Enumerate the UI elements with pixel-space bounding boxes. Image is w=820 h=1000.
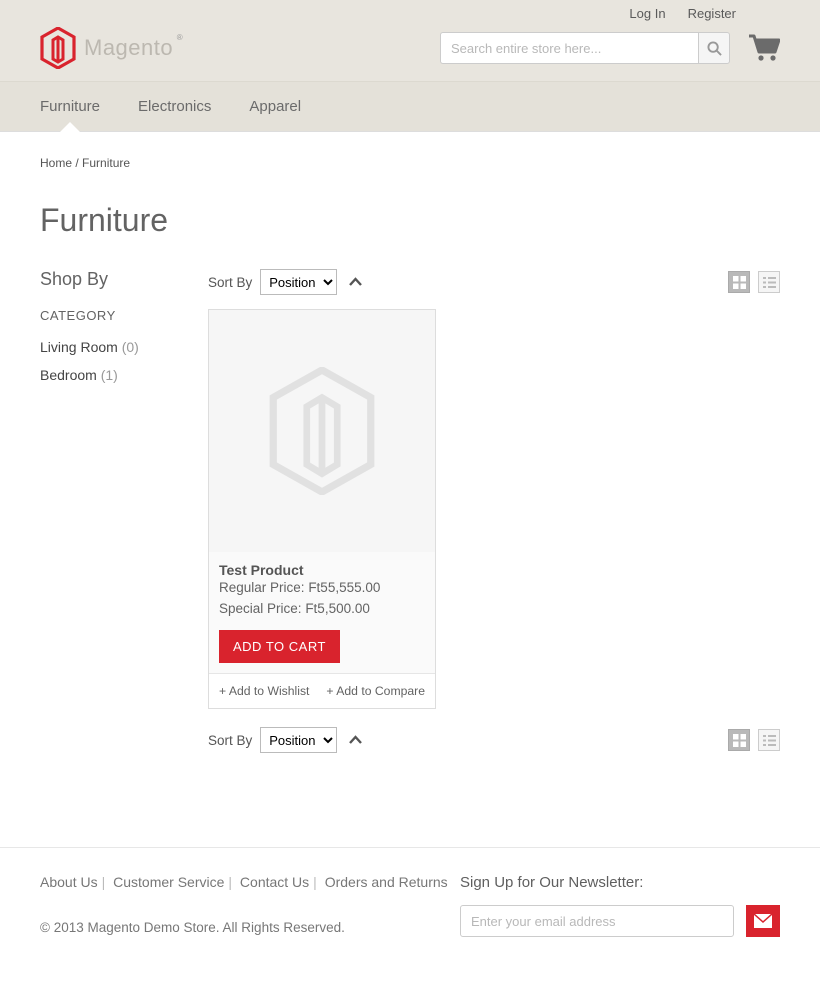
view-grid-button-bottom[interactable]: [728, 729, 750, 751]
breadcrumb-current: Furniture: [82, 156, 130, 170]
newsletter: Sign Up for Our Newsletter:: [460, 874, 780, 937]
category-label: Living Room: [40, 339, 118, 355]
category-label: Bedroom: [40, 367, 97, 383]
special-price: Special Price: Ft5,500.00: [219, 601, 425, 616]
page-title: Furniture: [40, 202, 780, 239]
toolbar-bottom: Sort By Position: [208, 727, 780, 753]
product-card: Test Product Regular Price: Ft55,555.00 …: [208, 309, 436, 709]
header: Log In Register Magento®: [0, 0, 820, 132]
nav-item-electronics[interactable]: Electronics: [138, 82, 211, 131]
search-form: [440, 32, 730, 64]
view-list-button-bottom[interactable]: [758, 729, 780, 751]
nav-item-apparel[interactable]: Apparel: [249, 82, 301, 131]
newsletter-title: Sign Up for Our Newsletter:: [460, 874, 780, 891]
sort-direction-toggle-bottom[interactable]: [345, 732, 362, 748]
login-link[interactable]: Log In: [629, 6, 665, 21]
toolbar-top: Sort By Position: [208, 269, 780, 295]
list-icon: [763, 276, 776, 289]
category-header: CATEGORY: [40, 308, 176, 323]
add-to-cart-button[interactable]: ADD TO CART: [219, 630, 340, 663]
footer: About Us| Customer Service| Contact Us| …: [0, 847, 820, 997]
envelope-icon: [754, 914, 772, 928]
regular-price: Regular Price: Ft55,555.00: [219, 580, 425, 595]
search-button[interactable]: [698, 32, 730, 64]
add-to-compare-link[interactable]: + Add to Compare: [326, 684, 425, 698]
list-icon: [763, 734, 776, 747]
footer-contact-link[interactable]: Contact Us: [240, 874, 309, 890]
sort-direction-toggle[interactable]: [345, 274, 362, 290]
product-image-link[interactable]: [209, 310, 435, 552]
sort-by-label: Sort By: [208, 733, 252, 748]
breadcrumb-sep: /: [72, 156, 82, 170]
view-list-button[interactable]: [758, 271, 780, 293]
logo-text: Magento®: [84, 35, 173, 61]
view-grid-button[interactable]: [728, 271, 750, 293]
category-living-room[interactable]: Living Room (0): [40, 339, 176, 355]
catalog: Sort By Position: [208, 269, 780, 767]
footer-orders-link[interactable]: Orders and Returns: [325, 874, 448, 890]
footer-customer-service-link[interactable]: Customer Service: [113, 874, 224, 890]
sort-select-bottom[interactable]: Position: [260, 727, 337, 753]
breadcrumb-home[interactable]: Home: [40, 156, 72, 170]
category-count: (0): [122, 339, 139, 355]
sort-select[interactable]: Position: [260, 269, 337, 295]
chevron-up-icon: [349, 277, 362, 287]
main-content: Home / Furniture Furniture Shop By CATEG…: [25, 132, 795, 807]
grid-icon: [733, 276, 746, 289]
footer-links: About Us| Customer Service| Contact Us| …: [40, 874, 460, 890]
magento-logo-icon: [40, 27, 76, 69]
footer-about-link[interactable]: About Us: [40, 874, 98, 890]
category-count: (1): [101, 367, 118, 383]
category-bedroom[interactable]: Bedroom (1): [40, 367, 176, 383]
copyright: © 2013 Magento Demo Store. All Rights Re…: [40, 920, 460, 935]
main-nav: Furniture Electronics Apparel: [0, 81, 820, 131]
product-title[interactable]: Test Product: [219, 562, 304, 578]
register-link[interactable]: Register: [688, 6, 736, 21]
shop-by-heading: Shop By: [40, 269, 176, 290]
newsletter-submit-button[interactable]: [746, 905, 780, 937]
add-to-wishlist-link[interactable]: + Add to Wishlist: [219, 684, 309, 698]
breadcrumb: Home / Furniture: [40, 132, 780, 178]
search-input[interactable]: [440, 32, 698, 64]
chevron-up-icon: [349, 735, 362, 745]
cart-link[interactable]: [748, 34, 780, 62]
grid-icon: [733, 734, 746, 747]
nav-item-furniture[interactable]: Furniture: [40, 82, 100, 131]
cart-icon: [748, 34, 780, 62]
sort-by-label: Sort By: [208, 275, 252, 290]
placeholder-logo-icon: [267, 367, 377, 495]
sidebar: Shop By CATEGORY Living Room (0) Bedroom…: [40, 269, 176, 767]
top-links: Log In Register: [40, 0, 780, 21]
newsletter-input[interactable]: [460, 905, 734, 937]
search-icon: [707, 41, 722, 56]
logo[interactable]: Magento®: [40, 27, 173, 69]
